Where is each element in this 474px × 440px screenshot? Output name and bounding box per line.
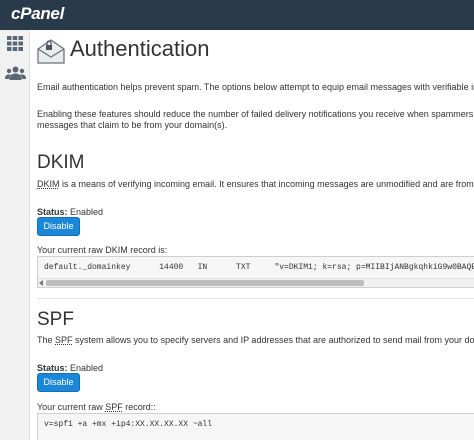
spf-status-label: Status: [37,363,68,373]
spf-record-label-post: record:: [122,402,156,412]
spf-record-label-pre: Your current raw [37,402,106,412]
cpanel-logo[interactable]: cPanel [11,4,64,24]
dkim-heading: DKIM [37,152,85,173]
intro-paragraph-2-line-2: messages that claim to be from your doma… [37,120,228,130]
spf-record-label: Your current raw SPF record:: [37,402,156,413]
intro-paragraph: Email authentication helps prevent spam.… [37,82,474,92]
dkim-record-box[interactable]: default._domainkey 14400 IN TXT "v=DKIM1… [37,256,474,288]
email-lock-icon [37,39,65,64]
dkim-disable-button[interactable]: Disable [37,217,80,236]
main-content: Authentication Email authentication help… [31,30,474,440]
dkim-description: DKIM is a means of verifying incoming em… [37,179,474,190]
dkim-record-text[interactable]: default._domainkey 14400 IN TXT "v=DKIM1… [44,263,474,272]
spf-description: The SPF system allows you to specify ser… [37,335,474,346]
dkim-description-text: is a means of verifying incoming email. … [59,179,474,189]
page-title: Authentication [70,36,210,61]
dkim-abbr: DKIM [37,179,60,189]
scroll-left-arrow-icon[interactable] [39,280,43,286]
dkim-record-label: Your current raw DKIM record is: [37,245,168,255]
dkim-status: Status: Enabled [37,207,103,217]
dkim-record-scrollbar[interactable] [38,278,474,287]
users-icon[interactable] [5,66,26,80]
spf-record-text[interactable]: v=spf1 +a +mx +ip4:XX.XX.XX.XX ~all [44,420,212,429]
top-navigation-bar: cPanel [0,0,474,30]
dkim-status-value: Enabled [70,207,104,217]
spf-heading: SPF [37,309,74,330]
spf-record-label-abbr: SPF [105,402,123,412]
intro-paragraph-2-line-1: Enabling these features should reduce th… [37,109,474,119]
dkim-status-label: Status: [37,207,68,217]
spf-description-prefix: The [37,335,56,345]
spf-disable-button[interactable]: Disable [37,373,80,392]
spf-status-value: Enabled [70,363,104,373]
spf-status: Status: Enabled [37,363,103,373]
sidebar [0,30,30,440]
spf-abbr: SPF [55,335,73,345]
logo-text: cPanel [11,4,65,23]
section-divider [37,298,474,299]
dkim-record-scroll-thumb[interactable] [46,280,364,286]
grid-icon[interactable] [7,36,23,51]
spf-description-text: system allows you to specify servers and… [72,335,474,345]
spf-record-box[interactable]: v=spf1 +a +mx +ip4:XX.XX.XX.XX ~all [37,413,474,440]
